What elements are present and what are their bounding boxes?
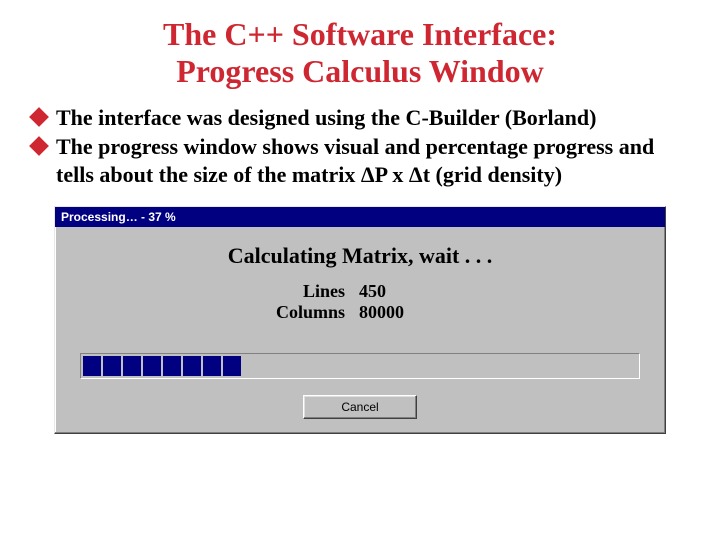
title-line-2: Progress Calculus Window xyxy=(176,53,543,89)
progress-bar xyxy=(80,353,640,379)
progress-chunk xyxy=(143,356,161,376)
dialog-titlebar: Processing… - 37 % xyxy=(55,207,665,227)
slide: The C++ Software Interface: Progress Cal… xyxy=(0,0,720,434)
progress-chunk xyxy=(83,356,101,376)
bullet-text: The interface was designed using the C-B… xyxy=(56,104,690,132)
columns-label: Columns xyxy=(225,302,359,323)
lines-value: 450 xyxy=(359,281,386,302)
progress-chunk xyxy=(203,356,221,376)
dialog-body: Calculating Matrix, wait . . . Lines 450… xyxy=(55,227,665,433)
progress-chunk xyxy=(183,356,201,376)
columns-row: Columns 80000 xyxy=(225,302,495,323)
diamond-bullet-icon xyxy=(29,136,49,156)
bullet-text: The progress window shows visual and per… xyxy=(56,133,690,188)
columns-value: 80000 xyxy=(359,302,404,323)
lines-row: Lines 450 xyxy=(225,281,495,302)
title-line-1: The C++ Software Interface: xyxy=(163,16,557,52)
bullet-list: The interface was designed using the C-B… xyxy=(30,104,690,189)
cancel-button[interactable]: Cancel xyxy=(303,395,417,419)
bullet-item: The progress window shows visual and per… xyxy=(30,133,690,188)
bullet-item: The interface was designed using the C-B… xyxy=(30,104,690,132)
diamond-bullet-icon xyxy=(29,107,49,127)
button-row: Cancel xyxy=(65,395,655,419)
progress-chunk xyxy=(163,356,181,376)
progress-chunk xyxy=(223,356,241,376)
matrix-stats: Lines 450 Columns 80000 xyxy=(225,281,495,323)
dialog-message: Calculating Matrix, wait . . . xyxy=(65,243,655,269)
lines-label: Lines xyxy=(225,281,359,302)
progress-chunk xyxy=(123,356,141,376)
slide-title: The C++ Software Interface: Progress Cal… xyxy=(30,16,690,90)
progress-dialog: Processing… - 37 % Calculating Matrix, w… xyxy=(54,206,666,434)
progress-chunk xyxy=(103,356,121,376)
